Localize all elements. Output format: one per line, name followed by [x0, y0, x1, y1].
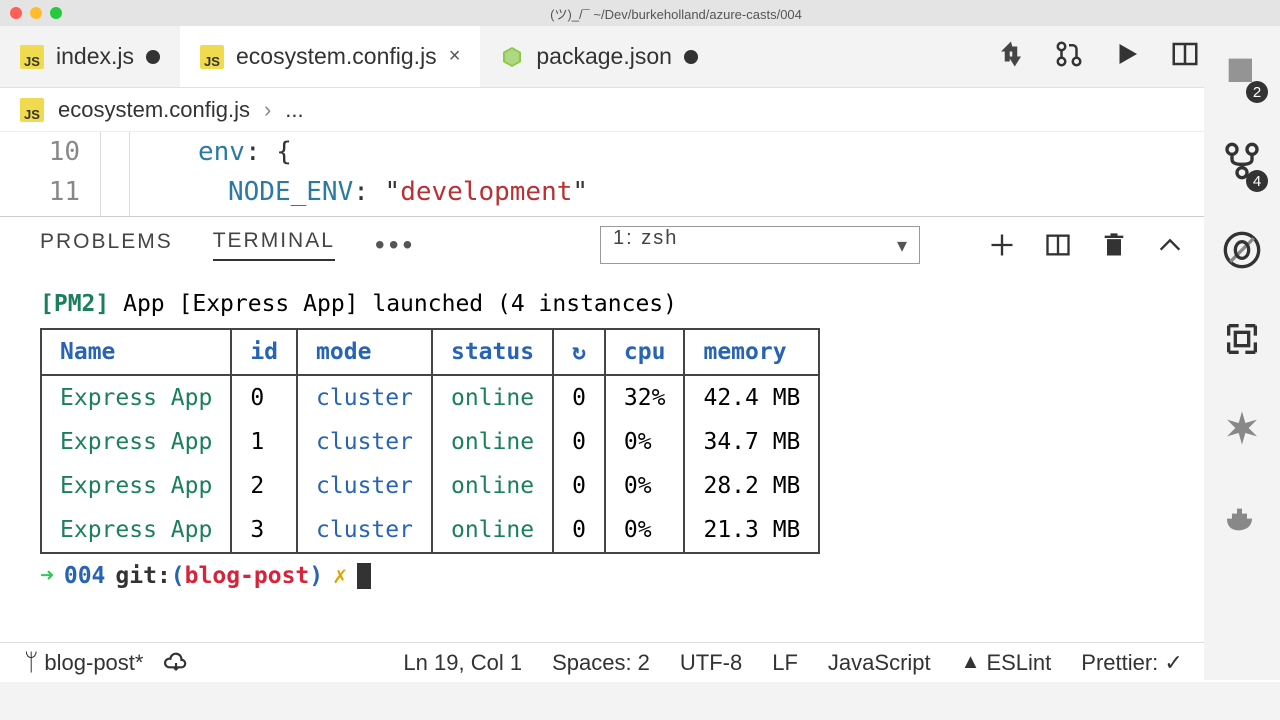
- col-name: Name: [41, 329, 231, 375]
- activity-docker-icon[interactable]: [1222, 497, 1262, 542]
- tab-label: package.json: [536, 43, 672, 70]
- col-restart: ↻: [553, 329, 605, 375]
- activity-github-icon[interactable]: 2: [1222, 52, 1262, 97]
- warning-icon: ▲: [961, 651, 981, 674]
- terminal-output-line: [PM2] App [Express App] launched (4 inst…: [40, 288, 1240, 320]
- prompt-arrow-icon: ➜: [40, 560, 54, 592]
- panel-tab-problems[interactable]: PROBLEMS: [40, 230, 173, 260]
- status-branch[interactable]: blog-post*: [24, 649, 143, 677]
- js-file-icon: JS: [20, 98, 44, 122]
- window-controls: [10, 7, 62, 19]
- editor-gutter: 10 11: [0, 132, 138, 216]
- window-title: (ツ)_/¯ ~/Dev/burkeholland/azure-casts/00…: [82, 4, 1270, 23]
- col-cpu: cpu: [605, 329, 685, 375]
- code-content[interactable]: env: { NODE_ENV: "development": [138, 132, 1280, 216]
- maximize-panel-icon[interactable]: [1156, 231, 1184, 259]
- breadcrumb-file: ecosystem.config.js: [58, 97, 250, 123]
- titlebar: (ツ)_/¯ ~/Dev/burkeholland/azure-casts/00…: [0, 0, 1280, 26]
- col-id: id: [231, 329, 297, 375]
- table-row: Express App1clusteronline00%34.7 MB: [41, 420, 819, 464]
- kill-terminal-icon[interactable]: [1100, 231, 1128, 259]
- panel-more-icon[interactable]: •••: [375, 229, 416, 261]
- maximize-window-icon[interactable]: [50, 7, 62, 19]
- fold-guide: [100, 132, 130, 216]
- panel-tab-terminal[interactable]: TERMINAL: [213, 229, 335, 261]
- split-editor-icon[interactable]: [1170, 39, 1200, 74]
- prompt-folder: 004: [64, 560, 106, 592]
- terminal-selector-label: 1: zsh: [613, 227, 678, 249]
- tab-label: index.js: [56, 43, 134, 70]
- editor-area[interactable]: 10 11 env: { NODE_ENV: "development": [0, 132, 1280, 216]
- line-number: 10: [0, 132, 80, 172]
- terminal-content[interactable]: [PM2] App [Express App] launched (4 inst…: [0, 272, 1280, 642]
- tab-label: ecosystem.config.js: [236, 43, 437, 70]
- dirty-indicator-icon: [146, 50, 160, 64]
- editor-tabbar: JS index.js JS ecosystem.config.js × pac…: [0, 26, 1280, 88]
- col-mode: mode: [297, 329, 432, 375]
- new-terminal-icon[interactable]: [988, 231, 1016, 259]
- statusbar: blog-post* Ln 19, Col 1 Spaces: 2 UTF-8 …: [0, 642, 1280, 682]
- status-prettier[interactable]: Prettier: ✓: [1081, 650, 1183, 676]
- activity-frame-icon[interactable]: [1222, 319, 1262, 364]
- table-row: Express App2clusteronline00%28.2 MB: [41, 464, 819, 508]
- breadcrumb[interactable]: JS ecosystem.config.js › ...: [0, 88, 1280, 132]
- activity-star-icon[interactable]: [1222, 408, 1262, 453]
- node-file-icon: [500, 45, 524, 69]
- status-eslint[interactable]: ▲ ESLint: [961, 650, 1052, 676]
- dirty-indicator-icon: [684, 50, 698, 64]
- pm2-process-table: Name id mode status ↻ cpu memory Express…: [40, 328, 820, 554]
- col-memory: memory: [684, 329, 819, 375]
- git-compare-icon[interactable]: [996, 39, 1026, 74]
- status-encoding[interactable]: UTF-8: [680, 650, 742, 676]
- breadcrumb-trail: ...: [285, 97, 303, 123]
- js-file-icon: JS: [20, 45, 44, 69]
- status-eol[interactable]: LF: [772, 650, 798, 676]
- git-branch-icon: [24, 649, 38, 677]
- table-row: Express App0clusteronline032%42.4 MB: [41, 375, 819, 420]
- status-language[interactable]: JavaScript: [828, 650, 931, 676]
- prompt-dirty-icon: ✗: [333, 560, 347, 592]
- close-window-icon[interactable]: [10, 7, 22, 19]
- badge-count: 4: [1246, 170, 1268, 192]
- tab-package-json[interactable]: package.json: [480, 26, 718, 87]
- badge-count: 2: [1246, 81, 1268, 103]
- js-file-icon: JS: [200, 45, 224, 69]
- activity-fork-icon[interactable]: 4: [1222, 141, 1262, 186]
- table-row: Express App3clusteronline00%21.3 MB: [41, 508, 819, 553]
- activity-bar-right: 2 4: [1204, 28, 1280, 680]
- status-position[interactable]: Ln 19, Col 1: [403, 650, 522, 676]
- close-tab-icon[interactable]: ×: [449, 45, 461, 68]
- panel-tabbar: PROBLEMS TERMINAL ••• 1: zsh: [0, 216, 1280, 272]
- col-status: status: [432, 329, 553, 375]
- terminal-cursor: [357, 563, 371, 589]
- tab-index-js[interactable]: JS index.js: [0, 26, 180, 87]
- terminal-prompt[interactable]: ➜ 004 git:(blog-post) ✗: [40, 560, 1240, 592]
- activity-bug-disabled-icon[interactable]: [1222, 230, 1262, 275]
- minimize-window-icon[interactable]: [30, 7, 42, 19]
- tab-ecosystem-config[interactable]: JS ecosystem.config.js ×: [180, 26, 480, 87]
- run-icon[interactable]: [1112, 39, 1142, 74]
- terminal-selector[interactable]: 1: zsh: [600, 226, 920, 264]
- git-pull-request-icon[interactable]: [1054, 39, 1084, 74]
- chevron-right-icon: ›: [264, 97, 271, 123]
- line-number: 11: [0, 172, 80, 212]
- status-spaces[interactable]: Spaces: 2: [552, 650, 650, 676]
- sync-icon[interactable]: [163, 652, 189, 674]
- split-terminal-icon[interactable]: [1044, 231, 1072, 259]
